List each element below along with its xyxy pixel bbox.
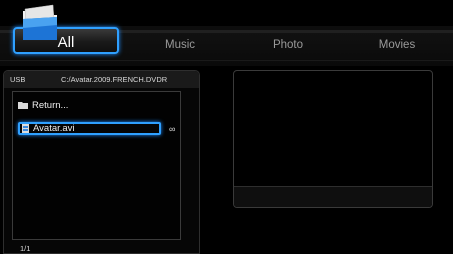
list-item-return[interactable]: Return... [18,99,68,112]
file-list: Return... Avatar.avi ∞ [12,91,181,240]
preview-panel [233,70,433,208]
link-icon: ∞ [169,124,176,134]
tab-photo[interactable]: Photo [258,34,318,56]
video-file-icon [22,124,29,133]
tab-music[interactable]: Music [150,34,210,56]
page-indicator: 1/1 [20,244,31,253]
current-path: C:/Avatar.2009.FRENCH.DVDR [61,75,168,84]
preview-info-bar [234,186,432,207]
divider [0,60,453,61]
list-item-label: Avatar.avi [33,123,75,135]
path-bar: USB C:/Avatar.2009.FRENCH.DVDR [4,71,199,88]
folder-logo-icon [23,4,57,40]
folder-icon [18,102,28,110]
list-item-avatar[interactable]: Avatar.avi [18,122,161,135]
tab-movies[interactable]: Movies [367,34,427,56]
list-item-label: Return... [32,100,69,111]
top-navigation-bar: All Music Photo Movies [0,0,453,66]
file-browser-panel: USB C:/Avatar.2009.FRENCH.DVDR Return...… [3,70,200,254]
source-label: USB [10,75,26,84]
